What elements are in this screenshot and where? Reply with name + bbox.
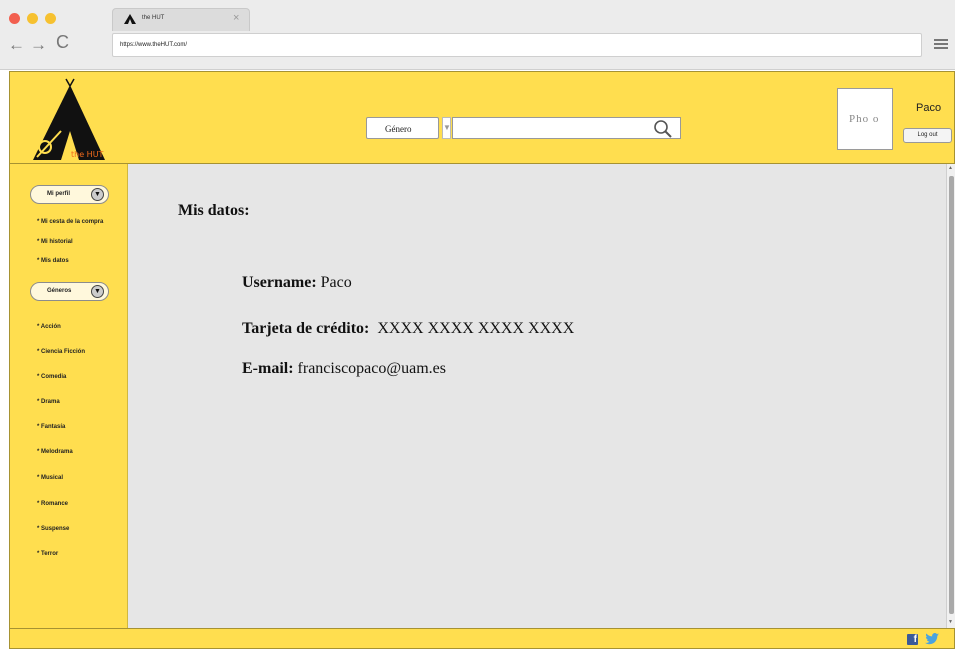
twitter-icon[interactable]	[925, 633, 939, 645]
tent-favicon-icon	[124, 14, 136, 24]
avatar[interactable]: Pho o	[837, 88, 893, 150]
logout-button[interactable]: Log out	[903, 128, 952, 143]
username-label: Username:	[242, 274, 317, 291]
site-header: the HUT Género ▼ Pho o Paco Log out	[9, 71, 955, 164]
maximize-window-button[interactable]	[45, 13, 56, 24]
minimize-window-button[interactable]	[27, 13, 38, 24]
sidebar-item-romance[interactable]: * Romance	[37, 501, 68, 507]
profile-dropdown-label: Mi perfil	[47, 191, 71, 197]
chevron-down-icon: ▼	[91, 188, 104, 201]
email-value: franciscopaco@uam.es	[297, 360, 446, 377]
credit-card-field: Tarjeta de crédito: XXXX XXXX XXXX XXXX	[242, 320, 574, 338]
sidebar-item-fantasia[interactable]: * Fantasía	[37, 424, 65, 430]
scroll-down-icon[interactable]: ▼	[948, 619, 953, 625]
sidebar-item-cesta[interactable]: * Mi cesta de la compra	[37, 219, 103, 225]
main-content	[128, 164, 946, 628]
facebook-icon[interactable]: f	[907, 634, 918, 645]
sidebar-item-terror[interactable]: * Terror	[37, 551, 58, 557]
sidebar: Mi perfil ▼ * Mi cesta de la compra * Mi…	[9, 164, 128, 628]
back-arrow-icon[interactable]: ←	[8, 36, 25, 53]
email-label: E-mail:	[242, 360, 294, 377]
close-window-button[interactable]	[9, 13, 20, 24]
sidebar-item-mis-datos[interactable]: * Mis datos	[37, 258, 69, 264]
chevron-down-icon: ▼	[91, 285, 104, 298]
hamburger-menu-icon[interactable]	[934, 39, 948, 50]
svg-text:the HUT: the HUT	[71, 150, 104, 159]
email-field: E-mail: franciscopaco@uam.es	[242, 360, 446, 378]
the-hut-logo[interactable]: the HUT	[31, 77, 105, 162]
sidebar-item-ciencia-ficcion[interactable]: * Ciencia Ficción	[37, 349, 85, 355]
credit-card-label: Tarjeta de crédito:	[242, 320, 370, 337]
scrollbar[interactable]: ▲ ▼	[946, 164, 955, 628]
page-title: Mis datos:	[178, 202, 250, 219]
username-field: Username: Paco	[242, 274, 352, 292]
browser-tab[interactable]: the HUT ×	[112, 8, 250, 31]
sidebar-item-musical[interactable]: * Musical	[37, 475, 63, 481]
search-icon[interactable]	[653, 119, 672, 138]
sidebar-item-drama[interactable]: * Drama	[37, 399, 60, 405]
reload-icon[interactable]: C	[56, 33, 69, 51]
address-bar[interactable]: https://www.theHUT.com/	[112, 33, 922, 57]
site-footer: f	[9, 628, 955, 649]
sidebar-item-historial[interactable]: * Mi historial	[37, 239, 73, 245]
avatar-placeholder-text: Pho o	[849, 113, 880, 125]
sidebar-item-comedia[interactable]: * Comedia	[37, 374, 66, 380]
header-username: Paco	[916, 102, 942, 114]
tab-close-icon[interactable]: ×	[233, 12, 239, 24]
profile-dropdown[interactable]: Mi perfil ▼	[30, 185, 109, 204]
genres-dropdown[interactable]: Géneros ▼	[30, 282, 109, 301]
search-input[interactable]	[452, 117, 681, 139]
genre-select[interactable]: Género	[366, 117, 439, 139]
credit-card-value: XXXX XXXX XXXX XXXX	[377, 320, 575, 337]
sidebar-item-melodrama[interactable]: * Melodrama	[37, 449, 73, 455]
scroll-thumb[interactable]	[949, 176, 954, 614]
genre-dropdown-arrow-icon[interactable]: ▼	[442, 117, 451, 139]
sidebar-item-accion[interactable]: * Acción	[37, 324, 61, 330]
browser-chrome: the HUT × ← → C https://www.theHUT.com/	[0, 0, 955, 70]
genres-dropdown-label: Géneros	[47, 288, 72, 294]
username-value: Paco	[320, 274, 352, 291]
tab-title: the HUT	[142, 15, 165, 21]
forward-arrow-icon[interactable]: →	[30, 36, 47, 53]
scroll-up-icon[interactable]: ▲	[948, 165, 953, 171]
url-text: https://www.theHUT.com/	[120, 42, 188, 48]
sidebar-item-suspense[interactable]: * Suspense	[37, 526, 69, 532]
